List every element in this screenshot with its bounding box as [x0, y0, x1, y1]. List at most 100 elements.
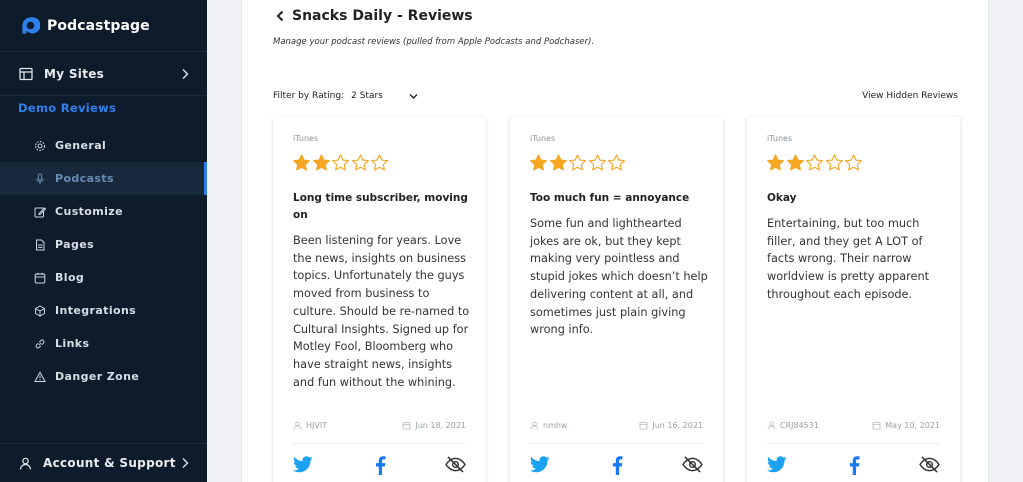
review-date: Jun 16, 2021	[639, 421, 703, 430]
sidebar-item-customize[interactable]: Customize	[0, 195, 207, 228]
star-rating	[292, 153, 390, 172]
review-actions	[529, 456, 703, 479]
sidebar-item-integrations[interactable]: Integrations	[0, 294, 207, 327]
sidebar-item-links[interactable]: Links	[0, 327, 207, 360]
review-author: HJVIT	[293, 421, 327, 430]
user-icon	[767, 421, 776, 430]
twitter-icon	[292, 456, 313, 473]
brand-name: Podcastpage	[47, 17, 150, 34]
rating-filter-select[interactable]: 2 Stars	[351, 91, 418, 101]
share-twitter-button[interactable]	[766, 456, 787, 477]
author-name: CRJ84531	[780, 421, 819, 430]
author-name: HJVIT	[306, 421, 328, 430]
main-panel: Snacks Daily - Reviews Manage your podca…	[241, 0, 989, 482]
page-icon	[36, 239, 45, 250]
hide-review-button[interactable]	[919, 456, 940, 477]
chevron-right-icon	[182, 68, 189, 79]
account-support-item[interactable]: Account & Support	[0, 443, 207, 482]
twitter-icon	[529, 456, 550, 473]
user-icon	[293, 421, 302, 430]
calendar-icon	[34, 272, 46, 283]
star-empty-icon	[825, 154, 843, 171]
link-icon	[35, 339, 45, 348]
star-filled-icon	[312, 154, 330, 171]
user-icon	[530, 421, 539, 430]
hide-review-button[interactable]	[682, 456, 703, 477]
review-actions	[292, 456, 466, 479]
calendar-icon	[639, 422, 648, 430]
share-facebook-button[interactable]	[849, 456, 860, 479]
review-meta: nmhw Jun 16, 2021	[530, 421, 703, 430]
sidebar-item-label: General	[55, 139, 107, 152]
share-facebook-button[interactable]	[612, 456, 623, 479]
account-support-label: Account & Support	[43, 456, 176, 470]
review-body: Been listening for years. Love the news,…	[293, 234, 470, 389]
review-source: iTunes	[767, 134, 793, 143]
facebook-icon	[612, 456, 623, 475]
date-text: May 10, 2021	[885, 421, 940, 430]
star-filled-icon	[549, 154, 567, 171]
star-empty-icon	[588, 154, 606, 171]
page-header: Snacks Daily - Reviews	[272, 8, 473, 24]
page-description: Manage your podcast reviews (pulled from…	[273, 37, 595, 47]
star-rating	[766, 153, 864, 172]
review-card: iTunes Too much fun = annoyance Some fun…	[510, 117, 723, 482]
eye-slash-icon	[682, 456, 703, 473]
review-date: Jun 18, 2021	[402, 421, 466, 430]
share-twitter-button[interactable]	[529, 456, 550, 477]
filter-value: 2 Stars	[351, 91, 383, 101]
calendar-icon	[402, 422, 411, 430]
hide-review-button[interactable]	[445, 456, 466, 477]
sidebar-item-label: Danger Zone	[55, 370, 140, 383]
review-card: iTunes Long time subscriber, moving on B…	[273, 117, 486, 482]
brand[interactable]: Podcastpage	[0, 0, 207, 52]
card-divider	[293, 443, 466, 444]
star-filled-icon	[293, 154, 310, 171]
card-divider	[767, 443, 940, 444]
review-author: nmhw	[530, 421, 567, 430]
review-body: Entertaining, but too much filler, and t…	[767, 217, 930, 301]
sidebar-item-danger-zone[interactable]: Danger Zone	[0, 360, 207, 393]
view-hidden-reviews-link[interactable]: View Hidden Reviews	[862, 91, 958, 101]
active-indicator	[204, 162, 207, 195]
sidebar-item-pages[interactable]: Pages	[0, 228, 207, 261]
chevron-left-icon	[276, 10, 283, 22]
sidebar-item-general[interactable]: General	[0, 129, 207, 162]
review-body: Some fun and lighthearted jokes are ok, …	[530, 217, 708, 337]
sidebar-item-label: Integrations	[55, 304, 137, 317]
review-card: iTunes Okay Entertaining, but too much f…	[747, 117, 960, 482]
sidebar-item-blog[interactable]: Blog	[0, 261, 207, 294]
my-sites-item[interactable]: My Sites	[0, 52, 207, 96]
section-title-demo-reviews[interactable]: Demo Reviews	[18, 101, 116, 115]
calendar-icon	[872, 422, 881, 430]
gear-icon	[35, 140, 45, 151]
review-title: Okay	[767, 192, 797, 204]
star-empty-icon	[351, 154, 369, 171]
star-empty-icon	[845, 154, 862, 171]
review-title: Long time subscriber, moving on	[293, 192, 468, 221]
star-empty-icon	[332, 154, 349, 171]
chevron-right-icon	[182, 458, 189, 468]
date-text: Jun 18, 2021	[415, 421, 466, 430]
review-title: Too much fun = annoyance	[530, 192, 690, 204]
back-button[interactable]	[272, 8, 288, 24]
review-meta: CRJ84531 May 10, 2021	[767, 421, 940, 430]
star-empty-icon	[371, 154, 388, 171]
star-empty-icon	[569, 154, 586, 171]
eye-slash-icon	[445, 456, 466, 473]
star-rating	[529, 153, 627, 172]
share-twitter-button[interactable]	[292, 456, 313, 477]
cube-icon	[35, 304, 45, 317]
layout-icon	[19, 67, 33, 80]
chevron-down-icon	[409, 93, 418, 99]
share-facebook-button[interactable]	[375, 456, 386, 479]
microphone-icon	[36, 173, 44, 184]
star-filled-icon	[530, 154, 547, 171]
sidebar-item-label: Pages	[55, 238, 95, 251]
star-filled-icon	[786, 154, 804, 171]
my-sites-label: My Sites	[44, 66, 105, 81]
sidebar-item-podcasts[interactable]: Podcasts	[0, 162, 207, 195]
filter-label: Filter by Rating:	[273, 91, 345, 101]
rating-filter: Filter by Rating: 2 Stars	[273, 91, 418, 101]
review-source: iTunes	[293, 134, 319, 143]
